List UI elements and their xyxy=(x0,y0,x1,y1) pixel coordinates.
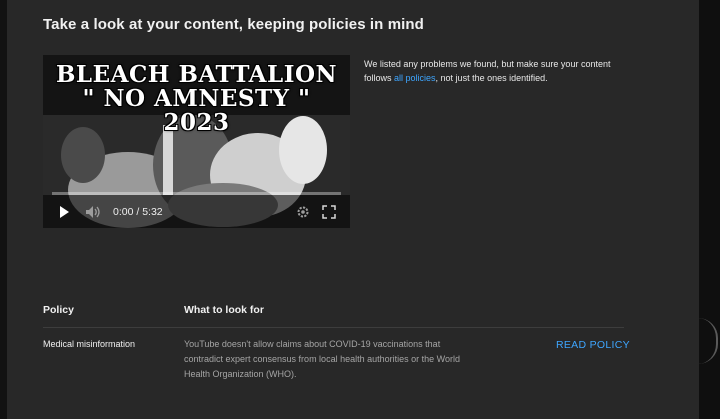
policy-look-for: YouTube doesn't allow claims about COVID… xyxy=(184,339,460,379)
video-controls: 0:00 / 5:32 xyxy=(43,201,350,225)
settings-gear-icon[interactable] xyxy=(296,205,310,224)
look-for-column-header: What to look for xyxy=(184,304,264,316)
thumbnail-line: 2023 xyxy=(163,109,230,136)
table-divider xyxy=(43,327,624,328)
policy-name: Medical misinformation xyxy=(43,339,136,349)
description-text-end: , not just the ones identified. xyxy=(435,73,548,83)
policy-description: We listed any problems we found, but mak… xyxy=(364,57,614,85)
page-title: Take a look at your content, keeping pol… xyxy=(43,16,424,33)
thumbnail-line: BLEACH BATTALION xyxy=(55,61,338,88)
thumbnail-caption: BLEACH BATTALION " NO AMNESTY " 2023 xyxy=(43,63,350,135)
policy-column-header: Policy xyxy=(43,304,74,316)
video-time: 0:00 / 5:32 xyxy=(113,206,163,218)
video-player[interactable]: BLEACH BATTALION " NO AMNESTY " 2023 0:0… xyxy=(43,55,350,228)
fullscreen-icon[interactable] xyxy=(322,205,336,224)
read-policy-button[interactable]: READ POLICY xyxy=(556,339,630,351)
volume-icon[interactable] xyxy=(85,205,101,224)
video-progress-bar[interactable] xyxy=(52,192,341,195)
thumbnail-line: " NO AMNESTY " xyxy=(82,85,311,112)
all-policies-link[interactable]: all policies xyxy=(394,73,436,83)
play-icon[interactable] xyxy=(57,205,71,224)
